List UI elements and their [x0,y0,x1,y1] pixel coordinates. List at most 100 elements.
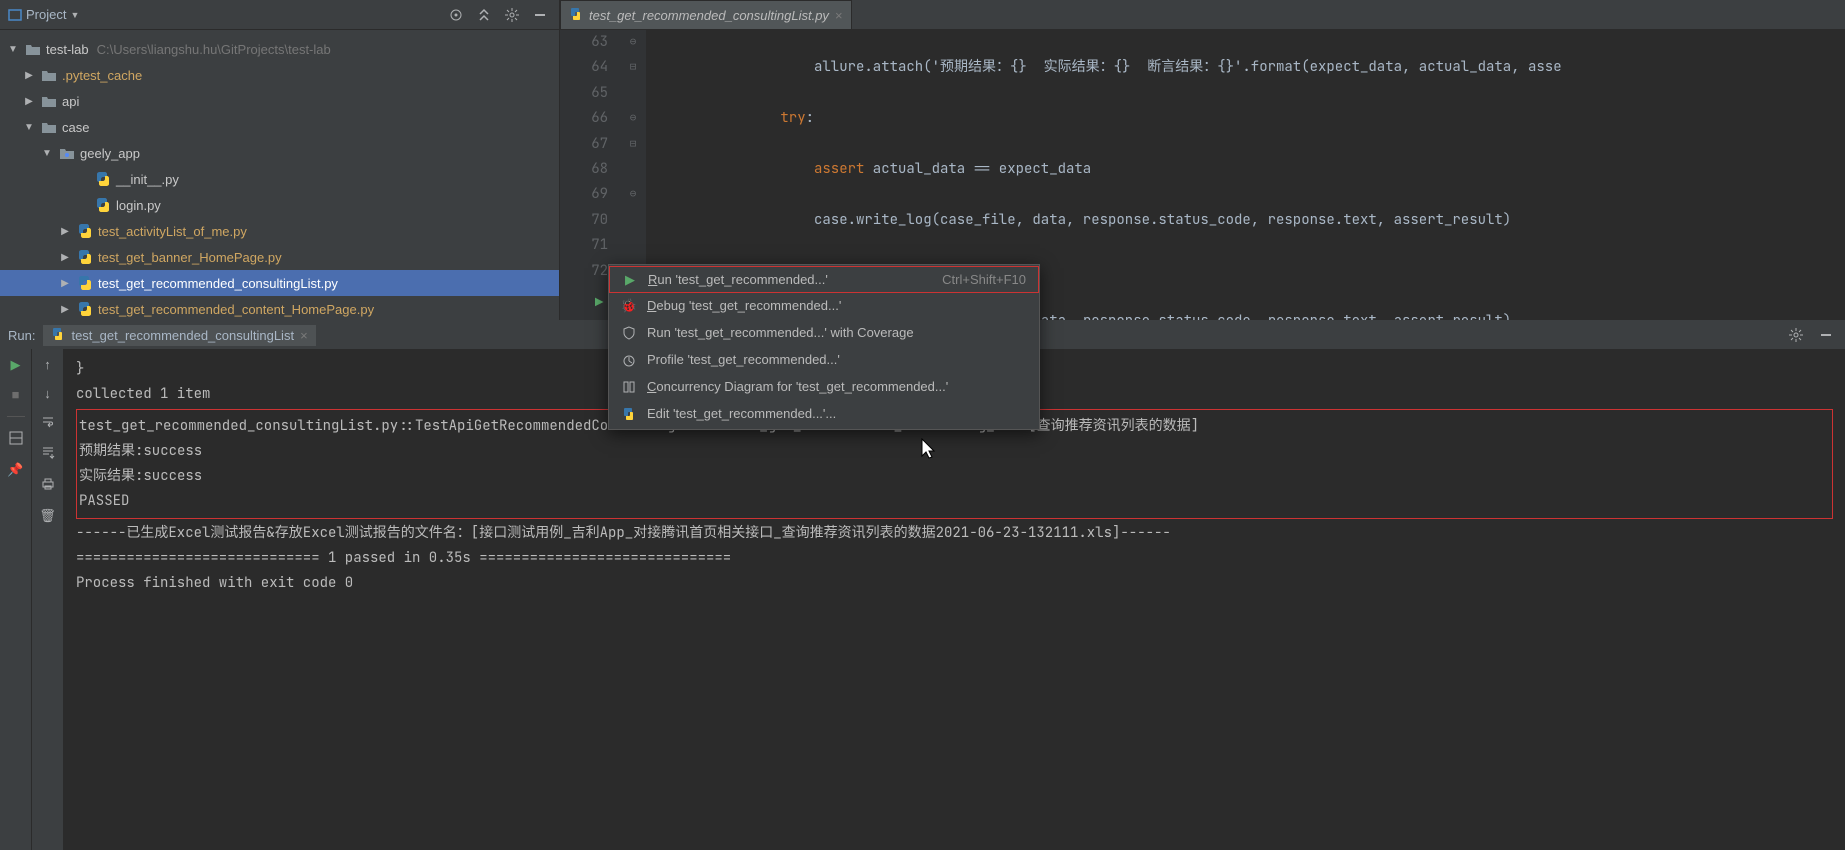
project-sidebar-header: Project ▼ [0,0,559,30]
code-line-63: allure.attach('预期结果：{} 实际结果：{} 断言结果：{}'.… [646,58,1562,76]
python-file-icon [76,274,94,292]
locate-icon[interactable] [445,4,467,26]
run-toolbar-right: ↑ ↓ 🗑 [32,349,64,850]
menu-edit[interactable]: Edit 'test_get_recommended...'... [609,400,1039,427]
package-icon [58,144,76,162]
pin-icon[interactable]: 📌 [7,462,23,478]
project-tool-title[interactable]: Project ▼ [8,7,79,22]
menu-shortcut: Ctrl+Shift+F10 [942,272,1026,287]
expand-arrow-icon[interactable]: ▶ [58,278,72,289]
hide-icon[interactable] [529,4,551,26]
console-line: PASSED [79,489,1830,514]
layout-icon[interactable] [9,431,23,448]
python-file-icon [94,170,112,188]
console-line: 预期结果:success [79,439,1830,464]
python-file-icon [94,196,112,214]
menu-label: Concurrency Diagram for 'test_get_recomm… [647,379,1027,394]
folder-icon [40,66,58,84]
up-icon[interactable]: ↑ [44,357,51,372]
menu-debug[interactable]: 🐞 Debug 'test_get_recommended...' [609,292,1039,319]
tree-node-activitylist[interactable]: ▶ test_activityList_of_me.py [0,218,559,244]
settings-icon[interactable] [501,4,523,26]
menu-coverage[interactable]: Run 'test_get_recommended...' with Cover… [609,319,1039,346]
rerun-icon[interactable]: ▶ [11,357,21,373]
close-tab-icon[interactable]: × [835,8,843,23]
expand-arrow-icon[interactable]: ▶ [22,70,36,81]
root-label: test-lab [46,42,89,57]
profile-icon [621,352,637,368]
menu-label: Run 'test_get_recommended...' with Cover… [647,325,1027,340]
hide-run-icon[interactable] [1815,324,1837,346]
node-label: api [62,94,79,109]
editor-tab-bar: test_get_recommended_consultingList.py × [560,0,1845,30]
expand-arrow-icon[interactable]: ▶ [58,252,72,263]
node-label: test_get_recommended_content_HomePage.py [98,302,374,317]
node-label: test_get_recommended_consultingList.py [98,276,338,291]
tree-node-pytest-cache[interactable]: ▶ .pytest_cache [0,62,559,88]
close-run-tab-icon[interactable]: × [300,328,308,343]
console-line: Process finished with exit code 0 [76,571,1833,596]
project-sidebar: Project ▼ ▼ test-lab C:\Users\liangshu.h… [0,0,560,320]
node-label: geely_app [80,146,140,161]
delete-icon[interactable]: 🗑 [39,508,56,524]
code-kw: try [646,109,806,127]
run-tab[interactable]: test_get_recommended_consultingList × [43,325,315,346]
run-tab-label: test_get_recommended_consultingList [71,328,294,343]
debug-icon: 🐞 [621,298,637,314]
menu-label: Edit 'test_get_recommended...'... [647,406,1027,421]
node-label: login.py [116,198,161,213]
tree-node-login[interactable]: login.py [0,192,559,218]
run-settings-icon[interactable] [1785,324,1807,346]
run-gutter-icon[interactable]: ▶ [595,291,603,316]
node-label: __init__.py [116,172,179,187]
tree-node-api[interactable]: ▶ api [0,88,559,114]
tree-node-recommended-content[interactable]: ▶ test_get_recommended_content_HomePage.… [0,296,559,320]
console-line: ------已生成Excel测试报告&存放Excel测试报告的文件名：[接口测试… [76,521,1833,546]
console-line: ============================= 1 passed i… [76,546,1833,571]
root-path: C:\Users\liangshu.hu\GitProjects\test-la… [97,42,331,57]
context-menu: ▶ Run 'test_get_recommended...' Ctrl+Shi… [608,264,1040,430]
project-tree: ▼ test-lab C:\Users\liangshu.hu\GitProje… [0,30,559,320]
python-file-icon [621,406,637,422]
stop-icon[interactable]: ■ [12,387,20,402]
menu-run[interactable]: ▶ Run 'test_get_recommended...' Ctrl+Shi… [609,266,1039,293]
node-label: test_get_banner_HomePage.py [98,250,282,265]
python-file-icon [76,222,94,240]
node-label: case [62,120,89,135]
code-line-66: case.write_log(case_file, data, response… [646,211,1511,229]
project-title-label: Project [26,7,66,22]
folder-icon [24,40,42,58]
print-icon[interactable] [41,477,55,494]
concurrency-icon [621,379,637,395]
project-icon [8,8,22,22]
dropdown-arrow-icon: ▼ [70,10,79,20]
expand-arrow-icon[interactable]: ▶ [58,304,72,315]
down-icon[interactable]: ↓ [44,386,51,401]
tree-node-geely-app[interactable]: ▼ geely_app [0,140,559,166]
editor-tab[interactable]: test_get_recommended_consultingList.py × [560,0,852,29]
tree-root[interactable]: ▼ test-lab C:\Users\liangshu.hu\GitProje… [0,36,559,62]
menu-label: Run 'test_get_recommended...' [648,272,932,287]
python-file-icon [76,248,94,266]
run-icon: ▶ [622,272,638,288]
soft-wrap-icon[interactable] [41,415,55,432]
run-label: Run: [8,328,35,343]
folder-icon [40,118,58,136]
tree-node-banner[interactable]: ▶ test_get_banner_HomePage.py [0,244,559,270]
console-line: 实际结果:success [79,464,1830,489]
expand-arrow-icon[interactable]: ▶ [22,96,36,107]
expand-arrow-icon[interactable]: ▼ [6,44,20,55]
coverage-icon [621,325,637,341]
menu-concurrency[interactable]: Concurrency Diagram for 'test_get_recomm… [609,373,1039,400]
expand-arrow-icon[interactable]: ▼ [40,148,54,159]
menu-label: Profile 'test_get_recommended...' [647,352,1027,367]
tree-node-case[interactable]: ▼ case [0,114,559,140]
tree-node-init[interactable]: __init__.py [0,166,559,192]
python-file-icon [51,327,65,344]
scroll-to-end-icon[interactable] [41,446,55,463]
expand-arrow-icon[interactable]: ▼ [22,122,36,133]
menu-profile[interactable]: Profile 'test_get_recommended...' [609,346,1039,373]
expand-all-icon[interactable] [473,4,495,26]
tree-node-recommended-list[interactable]: ▶ test_get_recommended_consultingList.py [0,270,559,296]
expand-arrow-icon[interactable]: ▶ [58,226,72,237]
